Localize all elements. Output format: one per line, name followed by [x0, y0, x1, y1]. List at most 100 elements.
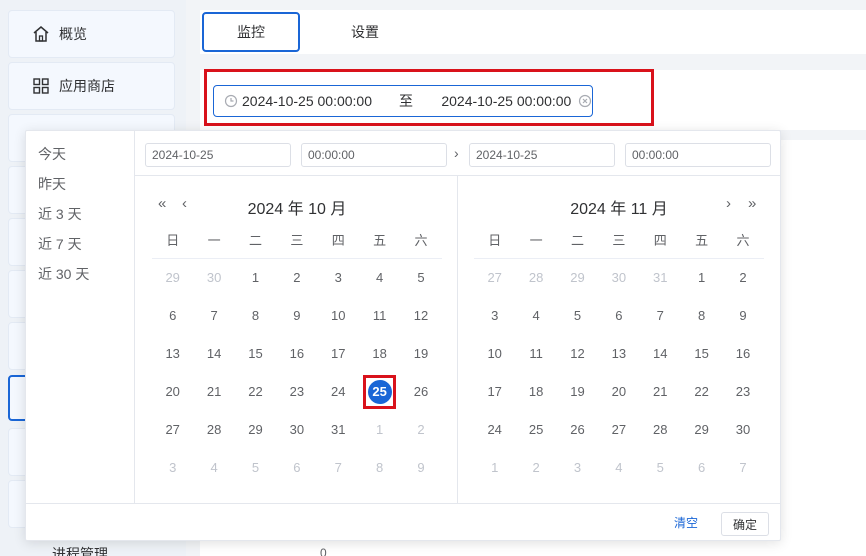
date-range-input[interactable]: 2024-10-25 00:00:00 至 2024-10-25 00:00:0… — [213, 85, 593, 117]
day-cell[interactable]: 8 — [681, 297, 722, 335]
day-cell[interactable]: 8 — [235, 297, 276, 335]
day-cell[interactable]: 5 — [235, 449, 276, 487]
day-cell[interactable]: 6 — [276, 449, 317, 487]
day-cell[interactable]: 22 — [235, 373, 276, 411]
day-cell[interactable]: 13 — [598, 335, 639, 373]
sidebar-item-overview[interactable]: 概览 — [8, 10, 175, 58]
day-cell[interactable]: 30 — [276, 411, 317, 449]
day-cell[interactable]: 8 — [359, 449, 400, 487]
day-cell[interactable]: 2 — [276, 259, 317, 297]
day-cell[interactable]: 3 — [152, 449, 193, 487]
day-cell[interactable]: 6 — [681, 449, 722, 487]
day-cell[interactable]: 27 — [474, 259, 515, 297]
next-year-icon[interactable]: » — [748, 195, 756, 212]
day-cell[interactable]: 1 — [235, 259, 276, 297]
day-cell[interactable]: 28 — [193, 411, 234, 449]
day-cell[interactable]: 1 — [681, 259, 722, 297]
day-cell[interactable]: 18 — [359, 335, 400, 373]
day-cell[interactable]: 7 — [318, 449, 359, 487]
day-cell[interactable]: 27 — [152, 411, 193, 449]
day-cell[interactable]: 25 — [515, 411, 556, 449]
day-cell[interactable]: 7 — [640, 297, 681, 335]
day-cell[interactable]: 15 — [681, 335, 722, 373]
range-end-value[interactable]: 2024-10-25 00:00:00 — [441, 93, 578, 109]
day-cell[interactable]: 26 — [400, 373, 441, 411]
day-cell[interactable]: 6 — [598, 297, 639, 335]
day-cell[interactable]: 20 — [152, 373, 193, 411]
day-cell[interactable]: 12 — [400, 297, 441, 335]
day-cell[interactable]: 30 — [193, 259, 234, 297]
day-cell[interactable]: 3 — [318, 259, 359, 297]
day-cell[interactable]: 3 — [474, 297, 515, 335]
day-cell[interactable]: 21 — [640, 373, 681, 411]
tab-monitor[interactable]: 监控 — [202, 12, 300, 52]
day-cell[interactable]: 11 — [515, 335, 556, 373]
day-cell[interactable]: 11 — [359, 297, 400, 335]
day-cell[interactable]: 23 — [722, 373, 763, 411]
day-cell[interactable]: 1 — [359, 411, 400, 449]
day-cell[interactable]: 31 — [640, 259, 681, 297]
day-cell[interactable]: 24 — [474, 411, 515, 449]
day-cell[interactable]: 13 — [152, 335, 193, 373]
day-cell[interactable]: 5 — [557, 297, 598, 335]
day-cell[interactable]: 16 — [276, 335, 317, 373]
day-cell[interactable]: 9 — [722, 297, 763, 335]
day-cell[interactable]: 29 — [152, 259, 193, 297]
day-cell[interactable]: 14 — [640, 335, 681, 373]
shortcut-last-7-days[interactable]: 近 7 天 — [38, 234, 82, 254]
shortcut-last-30-days[interactable]: 近 30 天 — [38, 264, 89, 284]
day-cell[interactable]: 4 — [193, 449, 234, 487]
day-cell[interactable]: 19 — [557, 373, 598, 411]
clear-button[interactable]: 清空 — [674, 514, 698, 531]
shortcut-today[interactable]: 今天 — [38, 144, 66, 164]
sidebar-item-app-store[interactable]: 应用商店 — [8, 62, 175, 110]
day-cell[interactable]: 5 — [640, 449, 681, 487]
day-cell[interactable]: 1 — [474, 449, 515, 487]
day-cell[interactable]: 9 — [276, 297, 317, 335]
day-cell[interactable]: 29 — [681, 411, 722, 449]
day-cell[interactable]: 21 — [193, 373, 234, 411]
day-cell[interactable]: 12 — [557, 335, 598, 373]
day-cell[interactable]: 20 — [598, 373, 639, 411]
day-cell[interactable]: 5 — [400, 259, 441, 297]
day-cell[interactable]: 4 — [598, 449, 639, 487]
day-cell[interactable]: 17 — [474, 373, 515, 411]
day-cell[interactable]: 31 — [318, 411, 359, 449]
shortcut-last-3-days[interactable]: 近 3 天 — [38, 204, 82, 224]
day-cell[interactable]: 2 — [722, 259, 763, 297]
day-cell[interactable]: 26 — [557, 411, 598, 449]
day-cell[interactable]: 10 — [474, 335, 515, 373]
shortcut-yesterday[interactable]: 昨天 — [38, 174, 66, 194]
day-cell[interactable]: 4 — [359, 259, 400, 297]
day-cell[interactable]: 15 — [235, 335, 276, 373]
confirm-button[interactable]: 确定 — [721, 512, 769, 536]
day-cell[interactable]: 4 — [515, 297, 556, 335]
day-cell[interactable]: 19 — [400, 335, 441, 373]
day-cell[interactable]: 10 — [318, 297, 359, 335]
day-cell[interactable]: 16 — [722, 335, 763, 373]
day-cell[interactable]: 7 — [722, 449, 763, 487]
day-cell[interactable]: 24 — [318, 373, 359, 411]
day-cell[interactable]: 2 — [515, 449, 556, 487]
sidebar-item-process-management[interactable]: 进程管理 — [52, 544, 108, 556]
day-cell[interactable]: 14 — [193, 335, 234, 373]
day-cell[interactable]: 6 — [152, 297, 193, 335]
day-cell[interactable]: 9 — [400, 449, 441, 487]
day-cell[interactable]: 28 — [515, 259, 556, 297]
day-cell[interactable]: 23 — [276, 373, 317, 411]
day-cell[interactable]: 30 — [598, 259, 639, 297]
day-cell[interactable]: 27 — [598, 411, 639, 449]
next-month-icon[interactable]: › — [726, 195, 731, 212]
day-cell[interactable]: 29 — [235, 411, 276, 449]
day-cell[interactable]: 29 — [557, 259, 598, 297]
day-cell[interactable]: 2 — [400, 411, 441, 449]
day-cell[interactable]: 3 — [557, 449, 598, 487]
day-cell[interactable]: 17 — [318, 335, 359, 373]
tab-settings[interactable]: 设置 — [316, 12, 414, 52]
day-cell-selected[interactable]: 25 — [359, 373, 400, 411]
day-cell[interactable]: 30 — [722, 411, 763, 449]
day-cell[interactable]: 7 — [193, 297, 234, 335]
day-cell[interactable]: 28 — [640, 411, 681, 449]
day-cell[interactable]: 22 — [681, 373, 722, 411]
clear-circle-icon[interactable] — [578, 94, 592, 108]
